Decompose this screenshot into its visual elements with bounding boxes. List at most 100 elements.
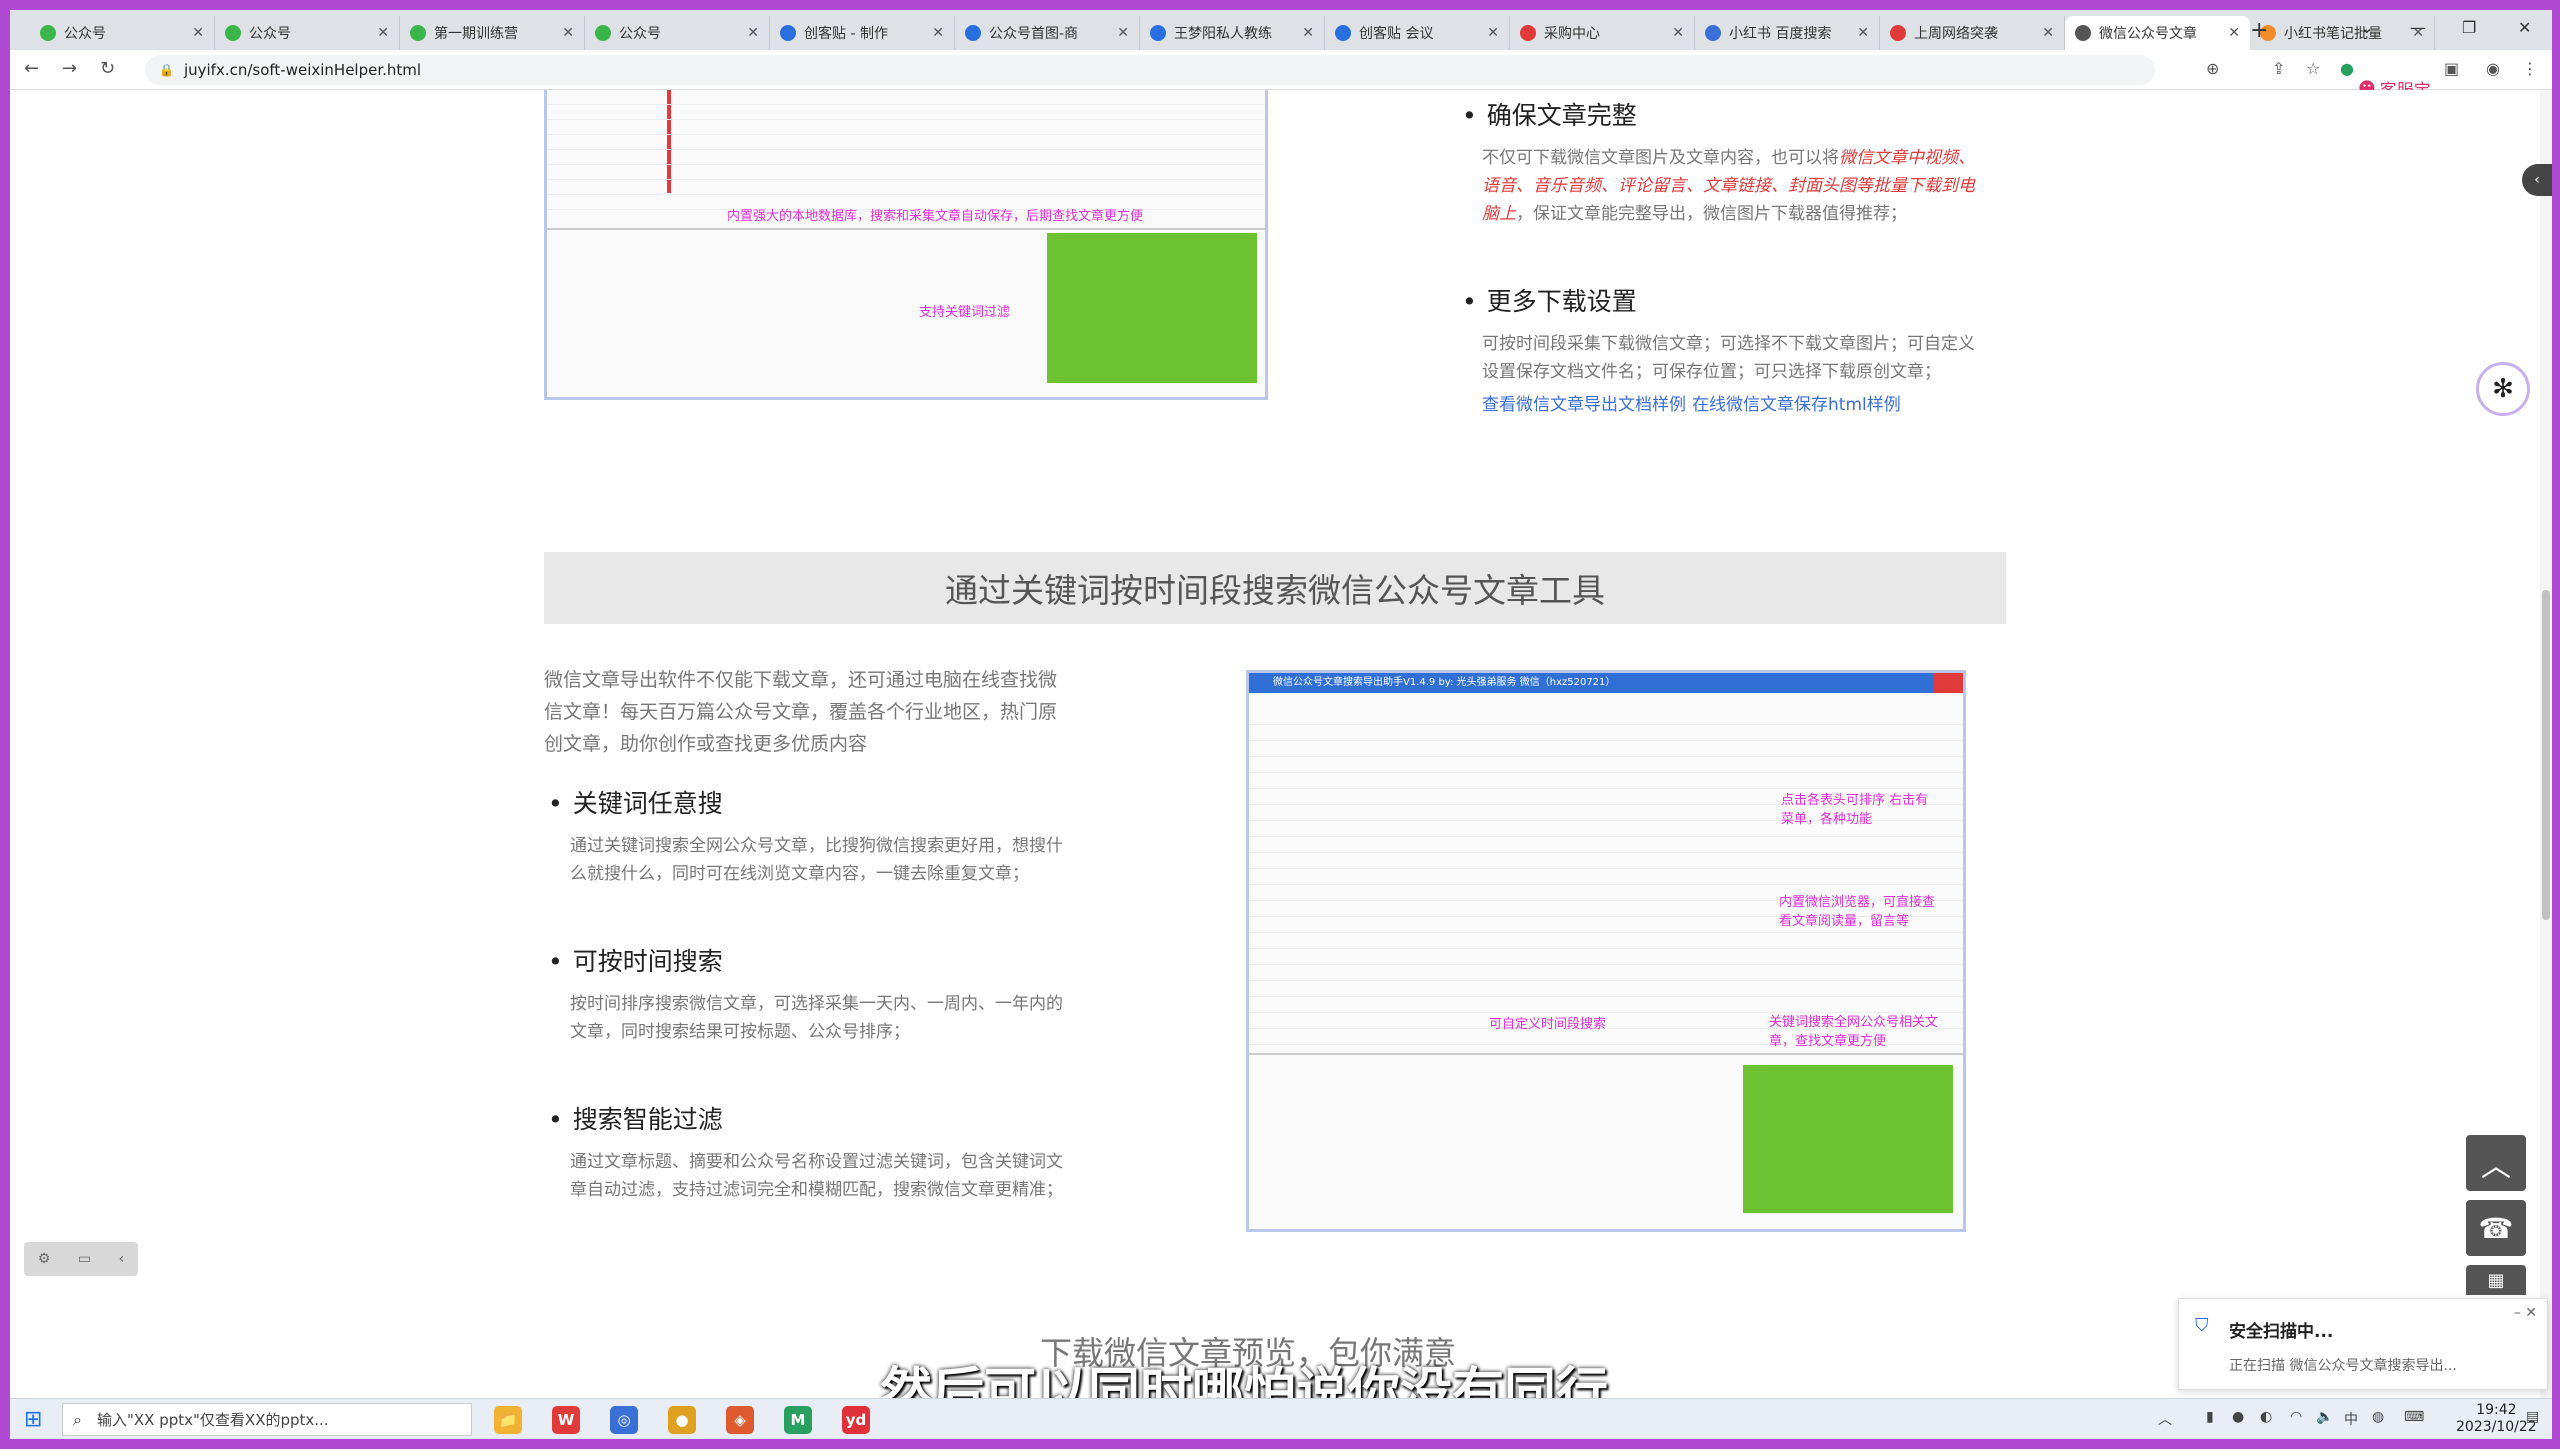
taskbar-app-icon[interactable]: ●	[668, 1406, 696, 1434]
bookmark-star-icon[interactable]: ☆	[2306, 59, 2320, 78]
browser-tab[interactable]: 采购中心 ✕	[1510, 16, 1695, 50]
float-logo-icon[interactable]: ✻	[2476, 362, 2530, 416]
close-icon[interactable]: ✕	[1117, 25, 1129, 41]
tab-favicon-icon	[1150, 25, 1166, 41]
close-icon[interactable]: – ✕	[2514, 1305, 2537, 1321]
annotation-keyword-search: 关键词搜索全网公众号相关文章，查找文章更方便	[1769, 1015, 1939, 1049]
taskbar-app-icon[interactable]: ◈	[726, 1406, 754, 1434]
back-icon[interactable]: ←	[24, 58, 39, 79]
browser-tab[interactable]: 第一期训练营 ✕	[400, 16, 585, 50]
url-input[interactable]: 🔒 juyifx.cn/soft-weixinHelper.html	[145, 55, 2155, 85]
annotation-sort: 点击各表头可排序 右击有菜单，各种功能	[1781, 793, 1929, 827]
close-icon[interactable]: ✕	[1487, 25, 1499, 41]
tray-app-icon[interactable]: ◍	[2372, 1409, 2384, 1425]
windows-taskbar: ⊞ ⌕ 输入"XX pptx"仅查看XX的pptx... 📁 W ◎ ● ◈ Myd ︿ …	[10, 1398, 2552, 1439]
feature-desc-0: 通过关键词搜索全网公众号文章，比搜狗微信搜索更好用，想搜什么就搜什么，同时可在线…	[570, 836, 1063, 884]
close-icon[interactable]: ✕	[2228, 25, 2240, 41]
tray-app-icon[interactable]: ▮	[2206, 1409, 2214, 1425]
link-export-sample[interactable]: 查看微信文章导出文档样例	[1482, 390, 1686, 415]
tray-app-icon[interactable]: ●	[2232, 1409, 2244, 1425]
tray-app-icon[interactable]: ⌨	[2404, 1409, 2424, 1425]
browser-tab[interactable]: 上周网络突袭 ✕	[1880, 16, 2065, 50]
taskbar-clock[interactable]: 19:42 2023/10/22	[2456, 1402, 2537, 1436]
browser-tab[interactable]: 公众号 ✕	[585, 16, 770, 50]
customer-service-button[interactable]: ☎	[2466, 1200, 2526, 1256]
lock-icon: 🔒	[159, 63, 174, 77]
back-to-top-button[interactable]: ︿	[2466, 1135, 2526, 1191]
close-icon[interactable]: ✕	[192, 25, 204, 41]
url-text: juyifx.cn/soft-weixinHelper.html	[183, 61, 422, 79]
taskbar-app-icon[interactable]: yd	[842, 1406, 870, 1434]
tab-favicon-icon	[595, 25, 611, 41]
tab-favicon-icon	[225, 25, 241, 41]
windows-start-icon[interactable]: ⊞	[24, 1407, 42, 1432]
right-software-screenshot: 微信公众号文章搜索导出助手V1.4.9 by: 光头强弟服务 微信（hxz520…	[1246, 670, 1966, 1232]
shield-icon: ⛉	[2195, 1315, 2209, 1336]
notification-icon[interactable]: ▤	[2526, 1409, 2539, 1425]
tab-title: 公众号首图-商	[989, 26, 1079, 42]
security-toast[interactable]: ⛉ 安全扫描中... 正在扫描 微信公众号文章搜索导出... – ✕	[2178, 1298, 2548, 1390]
tab-favicon-icon	[1890, 25, 1906, 41]
tab-title: 第一期训练营	[434, 26, 518, 42]
browser-tab[interactable]: 王梦阳私人教练 ✕	[1140, 16, 1325, 50]
chevron-left-icon[interactable]: ‹	[119, 1251, 125, 1267]
chevron-left-icon[interactable]: ‹	[2522, 164, 2552, 196]
close-icon[interactable]: ✕	[2042, 25, 2054, 41]
close-icon[interactable]: ✕	[1302, 25, 1314, 41]
tab-favicon-icon	[1335, 25, 1351, 41]
close-icon[interactable]: ✕	[377, 25, 389, 41]
gear-icon[interactable]: ⚙	[38, 1251, 51, 1267]
tab-favicon-icon	[1705, 25, 1721, 41]
left-floating-tools[interactable]: ⚙ ▭ ‹	[24, 1242, 138, 1276]
tab-title: 公众号	[64, 26, 106, 42]
scrollbar-thumb[interactable]	[2542, 590, 2550, 920]
chevron-up-icon[interactable]: ︿	[2158, 1409, 2172, 1429]
tray-app-icon[interactable]: ◐	[2260, 1409, 2272, 1425]
browser-tab[interactable]: 小红书 百度搜索 ✕	[1695, 16, 1880, 50]
taskbar-app-icon[interactable]: 📁	[494, 1406, 522, 1434]
feature-desc-1: 按时间排序搜索微信文章，可选择采集一天内、一周内、一年内的文章，同时搜索结果可按…	[570, 994, 1063, 1042]
browser-tab[interactable]: 公众号 ✕	[215, 16, 400, 50]
forward-icon[interactable]: →	[62, 58, 77, 79]
browser-tab[interactable]: 创客贴 - 制作 ✕	[770, 16, 955, 50]
browser-tab[interactable]: 公众号首图-商 ✕	[955, 16, 1140, 50]
menu-icon[interactable]: ⋮	[2522, 59, 2538, 78]
volume-icon[interactable]: 🔈	[2316, 1409, 2333, 1425]
profile-icon[interactable]: ◉	[2486, 59, 2500, 78]
close-icon[interactable]: ✕	[747, 25, 759, 41]
reload-icon[interactable]: ↻	[100, 58, 115, 79]
taskbar-app-icon[interactable]: M	[784, 1406, 812, 1434]
share-icon[interactable]: ⇪	[2272, 59, 2285, 78]
arrow-up-icon: ︿	[2481, 1149, 2511, 1184]
taskbar-app-icon[interactable]: W	[552, 1406, 580, 1434]
minimize-icon[interactable]: —	[2410, 18, 2426, 37]
wifi-icon[interactable]: ◠	[2290, 1409, 2302, 1425]
browser-tab[interactable]: 公众号 ✕	[30, 16, 215, 50]
maximize-icon[interactable]: ❐	[2462, 18, 2476, 37]
tab-title: 创客贴 会议	[1359, 26, 1434, 42]
toast-title: 安全扫描中...	[2229, 1322, 2334, 1342]
qrcode-button[interactable]: ▦	[2466, 1265, 2526, 1295]
keyboard-icon[interactable]: ▭	[78, 1251, 91, 1267]
zoom-icon[interactable]: ⊕	[2206, 59, 2219, 78]
extension-icon[interactable]: ●	[2340, 59, 2354, 78]
taskbar-search-input[interactable]: ⌕ 输入"XX pptx"仅查看XX的pptx...	[62, 1403, 472, 1436]
link-html-sample[interactable]: 在线微信文章保存html样例	[1692, 390, 1901, 415]
browser-tab[interactable]: 创客贴 会议 ✕	[1325, 16, 1510, 50]
screen: 公众号 ✕ 公众号 ✕ 第一期训练营 ✕ 公众号 ✕ 创客贴 - 制作 ✕ 公众号首图-商 ✕ 王梦阳私…	[10, 10, 2552, 1439]
top-left-software-screenshot: 内置强大的本地数据库，搜索和采集文章自动保存，后期查找文章更方便 支持关键词过滤	[544, 90, 1268, 400]
tab-title: 微信公众号文章	[2099, 26, 2197, 42]
browser-tab[interactable]: 小红书笔记批量 ✕	[2250, 16, 2435, 50]
chevron-down-icon[interactable]: ⌄	[2360, 18, 2373, 37]
close-icon[interactable]: ✕	[1672, 25, 1684, 41]
close-icon[interactable]: ✕	[1857, 25, 1869, 41]
taskbar-app-icon[interactable]: ◎	[610, 1406, 638, 1434]
tab-favicon-icon	[2075, 25, 2091, 41]
sidebar-icon[interactable]: ▣	[2444, 59, 2459, 78]
browser-tab[interactable]: 微信公众号文章 ✕	[2065, 16, 2250, 50]
new-tab-icon[interactable]: +	[2250, 18, 2268, 43]
close-window-icon[interactable]: ✕	[2518, 18, 2531, 37]
close-icon[interactable]: ✕	[932, 25, 944, 41]
close-icon[interactable]: ✕	[562, 25, 574, 41]
ime-icon[interactable]: 中	[2344, 1409, 2358, 1429]
